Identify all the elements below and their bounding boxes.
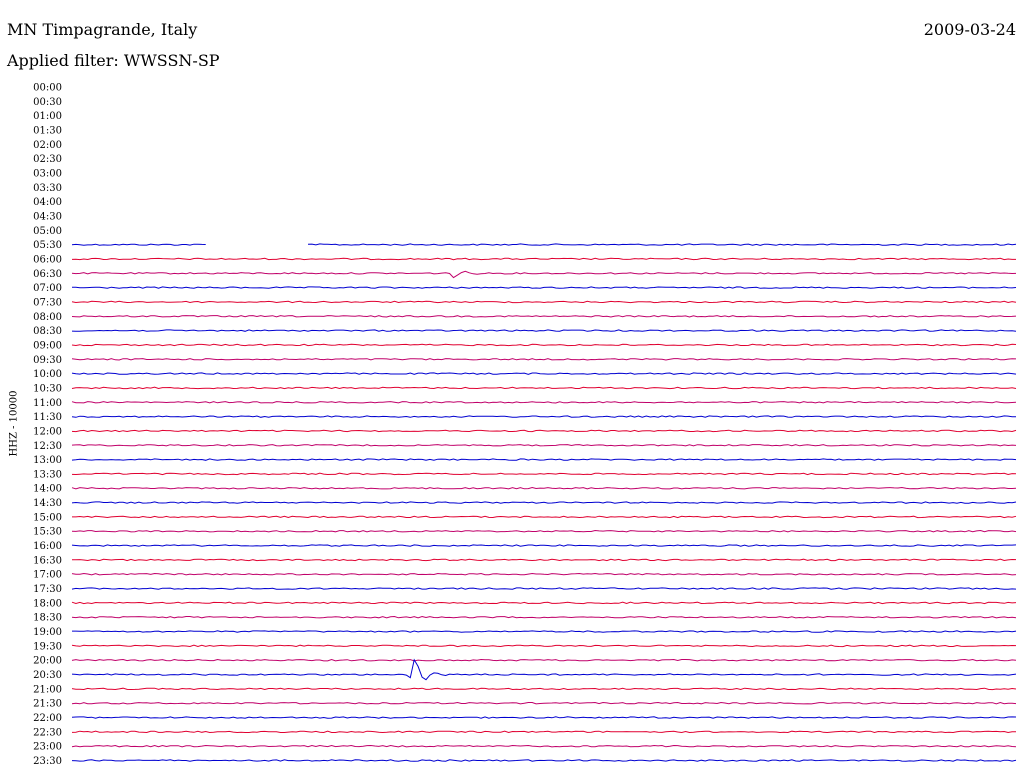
- trace-line: [71, 444, 1017, 447]
- tick-label: 19:30: [33, 641, 62, 652]
- tick-label: 01:00: [33, 111, 62, 122]
- tick-label: 07:30: [33, 297, 62, 308]
- trace-line: [71, 243, 206, 246]
- seismic-traces: [71, 243, 1017, 762]
- trace-line: [71, 472, 1017, 476]
- tick-label: 18:30: [33, 613, 62, 624]
- trace-line: [71, 257, 1016, 261]
- trace-line: [71, 300, 1017, 304]
- trace-line: [71, 286, 1017, 289]
- trace-line: [71, 386, 1017, 390]
- tick-label: 15:00: [33, 512, 62, 523]
- tick-label: 11:30: [33, 412, 62, 423]
- tick-label: 09:30: [33, 355, 62, 366]
- trace-line: [71, 544, 1017, 547]
- trace-line: [71, 658, 1017, 662]
- tick-label: 14:30: [33, 498, 62, 509]
- tick-label: 03:30: [33, 183, 62, 194]
- tick-label: 02:00: [33, 140, 62, 151]
- tick-label: 02:30: [33, 154, 62, 165]
- tick-label: 04:30: [33, 211, 62, 222]
- trace-line: [71, 529, 1017, 533]
- trace-line: [71, 701, 1017, 705]
- tick-label: 12:00: [33, 426, 62, 437]
- trace-line: [71, 744, 1017, 748]
- tick-label: 00:30: [33, 97, 62, 108]
- trace-line: [71, 730, 1017, 734]
- helicorder-plot: 00:00 00:30 01:00 01:30 02:00 02:30 03:00 03:30…: [33, 83, 1017, 768]
- tick-label: 04:00: [33, 197, 62, 208]
- trace-line: [71, 270, 1017, 279]
- trace-line: [71, 329, 1017, 332]
- trace-line: [71, 458, 1017, 461]
- tick-label: 08:00: [33, 312, 62, 323]
- trace-line: [71, 358, 1017, 361]
- tick-label: 22:30: [33, 727, 62, 738]
- tick-label: 03:00: [33, 168, 62, 179]
- tick-label: 11:00: [33, 398, 62, 409]
- tick-label: 06:00: [33, 254, 62, 265]
- tick-label: 13:30: [33, 469, 62, 480]
- trace-line: [71, 415, 1016, 418]
- trace-line: [72, 515, 1017, 519]
- tick-label: 16:30: [33, 555, 62, 566]
- tick-label: 01:30: [33, 125, 62, 136]
- trace-line: [71, 615, 1017, 619]
- time-tick-labels: 00:00 00:30 01:00 01:30 02:00 02:30 03:00 03:30…: [33, 83, 62, 768]
- trace-line: [71, 429, 1017, 433]
- trace-line: [71, 572, 1017, 576]
- tick-label: 08:30: [33, 326, 62, 337]
- tick-label: 10:00: [33, 369, 62, 380]
- tick-label: 09:00: [33, 340, 62, 351]
- trace-line: [71, 501, 1017, 504]
- trace-line: [71, 372, 1017, 375]
- tick-label: 20:30: [33, 670, 62, 681]
- tick-label: 05:30: [33, 240, 62, 251]
- tick-label: 10:30: [33, 383, 62, 394]
- tick-label: 23:30: [33, 756, 62, 767]
- trace-line: [71, 315, 1017, 318]
- tick-label: 23:00: [33, 742, 62, 753]
- tick-label: 19:00: [33, 627, 62, 638]
- trace-line: [72, 558, 1017, 562]
- trace-line: [71, 486, 1017, 490]
- tick-label: 06:30: [33, 269, 62, 280]
- trace-line: [71, 644, 1017, 648]
- trace-line: [72, 630, 1017, 633]
- trace-line: [71, 343, 1017, 347]
- trace-line: [307, 243, 1017, 246]
- tick-label: 14:00: [33, 484, 62, 495]
- tick-label: 05:00: [33, 226, 62, 237]
- trace-line: [71, 687, 1017, 691]
- trace-line: [71, 759, 1017, 762]
- tick-label: 18:00: [33, 598, 62, 609]
- trace-line: [71, 601, 1017, 605]
- trace-line: [71, 716, 1017, 719]
- tick-label: 13:00: [33, 455, 62, 466]
- trace-line: [71, 401, 1017, 404]
- tick-label: 16:00: [33, 541, 62, 552]
- tick-label: 07:00: [33, 283, 62, 294]
- trace-line: [71, 587, 1017, 590]
- tick-label: 22:00: [33, 713, 62, 724]
- tick-label: 17:30: [33, 584, 62, 595]
- tick-label: 15:30: [33, 527, 62, 538]
- tick-label: 21:00: [33, 684, 62, 695]
- tick-label: 17:00: [33, 570, 62, 581]
- tick-label: 21:30: [33, 699, 62, 710]
- tick-label: 20:00: [33, 656, 62, 667]
- tick-label: 00:00: [33, 83, 62, 94]
- trace-line: [71, 658, 1017, 681]
- tick-label: 12:30: [33, 441, 62, 452]
